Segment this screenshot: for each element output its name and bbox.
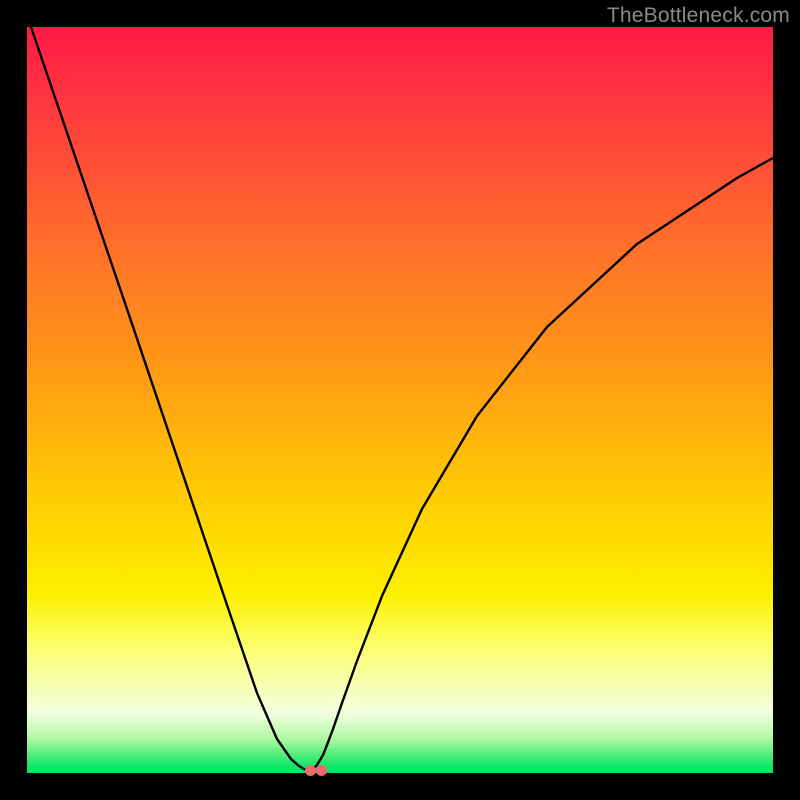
- plot-area: [27, 27, 773, 773]
- marker-layer: [27, 27, 773, 773]
- marker-min-2: [316, 765, 327, 776]
- marker-min-1: [305, 765, 316, 776]
- watermark-text: TheBottleneck.com: [607, 4, 790, 28]
